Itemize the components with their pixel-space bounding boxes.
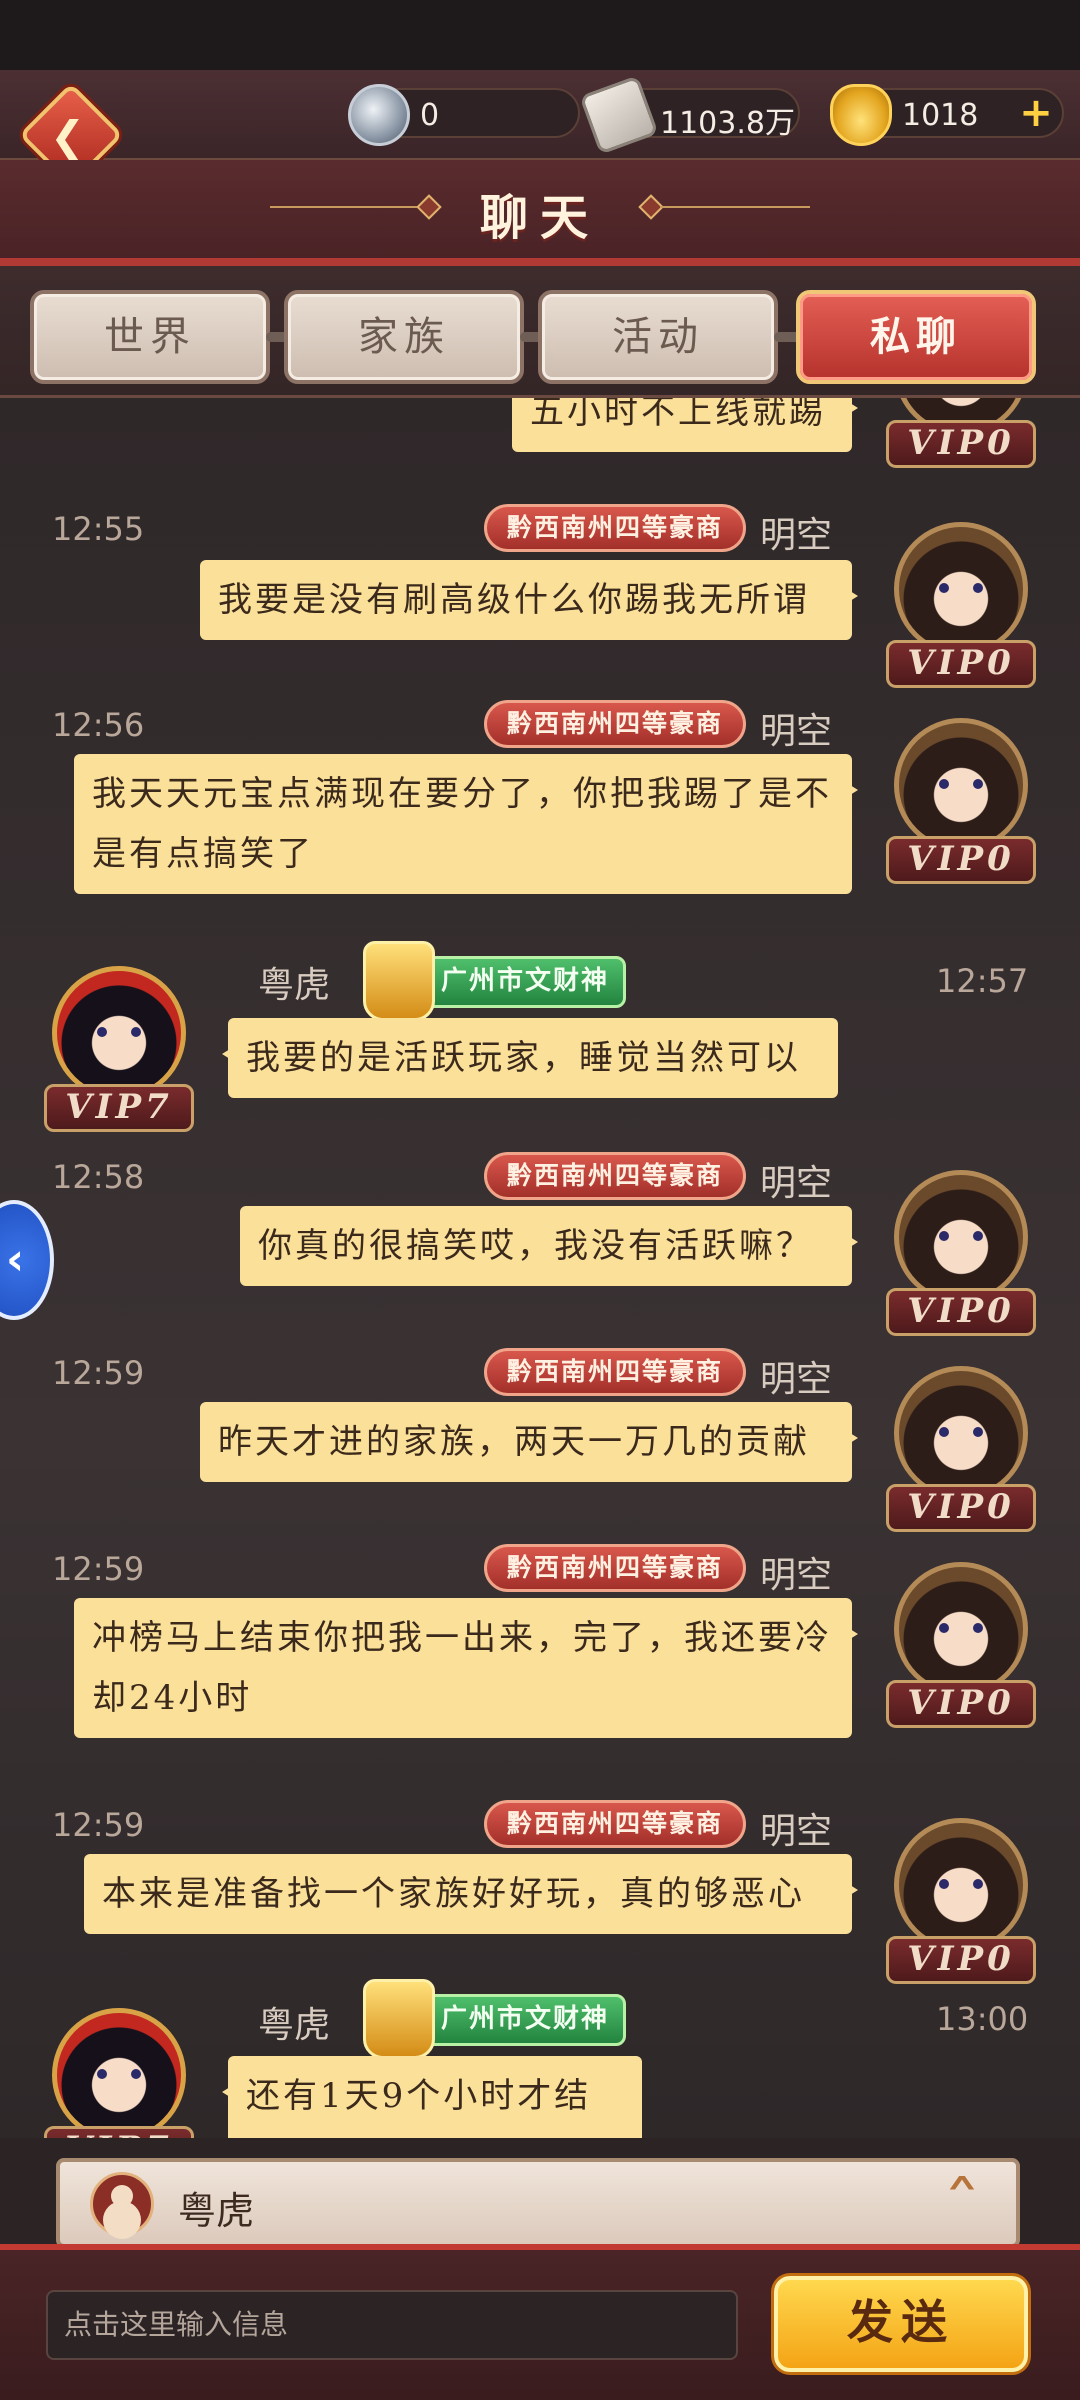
title-badge-label: 广州市文财神 <box>441 2004 610 2034</box>
message-bubble: 五小时不上线就踢 <box>512 398 858 452</box>
title-badge-icon <box>363 1979 435 2059</box>
recipient-selector[interactable]: 粤虎 ˄ <box>56 2158 1020 2248</box>
vip-badge: VIP7 <box>44 1084 194 1132</box>
avatar-portrait <box>894 1562 1028 1696</box>
avatar[interactable]: VIP0 <box>886 398 1036 472</box>
message-bubble: 冲榜马上结束你把我一出来，完了，我还要冷却24小时 <box>74 1598 858 1738</box>
message-time: 12:57 <box>936 962 1029 1000</box>
title-ornament-right <box>660 206 810 208</box>
message-bubble: 本来是准备找一个家族好好玩，真的够恶心 <box>84 1854 858 1934</box>
message-time: 12:59 <box>52 1806 145 1844</box>
sender-name: 明空 <box>760 1359 833 1400</box>
avatar[interactable]: VIP0 <box>886 522 1036 692</box>
title-badge-label: 广州市文财神 <box>441 966 610 996</box>
gold-value: 1018 <box>902 98 979 133</box>
sender-name: 粤虎 <box>258 2005 331 2046</box>
message-time: 12:58 <box>52 1158 145 1196</box>
chat-list[interactable]: 五小时不上线就踢 VIP0 12:55 黔西南州四等豪商 明空 我要是没有刷高级… <box>0 398 1080 2138</box>
recipient-avatar-icon <box>90 2172 154 2236</box>
message-bubble: 我天天元宝点满现在要分了，你把我踢了是不是有点搞笑了 <box>74 754 858 894</box>
sender-name: 明空 <box>760 1555 833 1596</box>
title-badge: 广州市文财神 <box>363 1979 627 2059</box>
avatar[interactable]: VIP0 <box>886 718 1036 888</box>
message-bubble: 你真的很搞笑哎，我没有活跃嘛？ <box>240 1206 858 1286</box>
vip-badge: VIP0 <box>886 1288 1036 1336</box>
vip-badge: VIP7 <box>44 2126 194 2138</box>
gold-currency: 1018 + <box>830 84 1064 146</box>
silver-coin-icon <box>348 84 410 146</box>
vip-badge: VIP0 <box>886 420 1036 468</box>
book-icon <box>579 75 659 155</box>
title-badge: 黔西南州四等豪商 <box>484 1800 747 1848</box>
message-bubble: 我要的是活跃玩家，睡觉当然可以 <box>222 1018 838 1098</box>
vip-badge: VIP0 <box>886 640 1036 688</box>
side-float-icon: ‹ <box>6 1234 25 1285</box>
title-banner: 聊天 <box>0 160 1080 258</box>
channel-tabs: 世界 家族 活动 私聊 <box>0 258 1080 398</box>
vip-badge: VIP0 <box>886 836 1036 884</box>
status-bar <box>0 0 1080 70</box>
title-badge: 黔西南州四等豪商 <box>484 1152 747 1200</box>
sender-name: 明空 <box>760 1811 833 1852</box>
message-time: 12:55 <box>52 510 145 548</box>
sender-name: 明空 <box>760 515 833 556</box>
message-bubble: 还有1天9个小时才结束 <box>222 2056 642 2138</box>
silver-value: 0 <box>420 98 440 133</box>
title-badge: 黔西南州四等豪商 <box>484 700 747 748</box>
recipient-name: 粤虎 <box>178 2189 255 2233</box>
title-badge: 黔西南州四等豪商 <box>484 504 747 552</box>
tab-family[interactable]: 家族 <box>284 290 524 384</box>
vip-badge: VIP0 <box>886 1680 1036 1728</box>
title-badge: 黔西南州四等豪商 <box>484 1348 747 1396</box>
gold-ingot-icon <box>830 84 892 146</box>
add-gold-button[interactable]: + <box>1016 93 1056 134</box>
avatar-portrait <box>894 522 1028 656</box>
message-time: 13:00 <box>936 2000 1029 2038</box>
avatar[interactable]: VIP7 <box>44 966 194 1136</box>
avatar-portrait <box>894 1818 1028 1952</box>
page-title: 聊天 <box>479 190 600 246</box>
avatar[interactable]: VIP0 <box>886 1562 1036 1732</box>
message-input[interactable]: 点击这里输入信息 <box>46 2290 738 2360</box>
message-bubble: 我要是没有刷高级什么你踢我无所谓 <box>200 560 858 640</box>
avatar-portrait <box>52 2008 186 2138</box>
tab-events[interactable]: 活动 <box>538 290 778 384</box>
avatar-portrait <box>894 1170 1028 1304</box>
avatar[interactable]: VIP0 <box>886 1170 1036 1340</box>
avatar-portrait <box>52 966 186 1100</box>
avatar[interactable]: VIP0 <box>886 1366 1036 1536</box>
send-button[interactable]: 发送 <box>774 2276 1028 2372</box>
silver-currency: 0 <box>348 84 580 146</box>
book-currency: 1103.8万 <box>579 75 800 155</box>
composer-bar: 点击这里输入信息 发送 <box>0 2244 1080 2400</box>
book-value: 1103.8万 <box>660 106 795 141</box>
avatar[interactable]: VIP7 <box>44 2008 194 2138</box>
avatar[interactable]: VIP0 <box>886 1818 1036 1988</box>
tab-private-chat[interactable]: 私聊 <box>796 290 1036 384</box>
currency-bar: ❮ 0 1103.8万 1018 + <box>0 70 1080 188</box>
sender-name: 明空 <box>760 711 833 752</box>
vip-badge: VIP0 <box>886 1936 1036 1984</box>
tab-world[interactable]: 世界 <box>30 290 270 384</box>
message-time: 12:56 <box>52 706 145 744</box>
title-badge: 广州市文财神 <box>363 941 627 1021</box>
vip-badge: VIP0 <box>886 1484 1036 1532</box>
sender-name: 粤虎 <box>258 965 331 1006</box>
chevron-up-icon[interactable]: ˄ <box>942 2168 981 2238</box>
title-badge-icon <box>363 941 435 1021</box>
message-time: 12:59 <box>52 1550 145 1588</box>
title-badge: 黔西南州四等豪商 <box>484 1544 747 1592</box>
avatar-portrait <box>894 1366 1028 1500</box>
message-time: 12:59 <box>52 1354 145 1392</box>
back-arrow-icon: ❮ <box>50 112 86 161</box>
avatar-portrait <box>894 718 1028 852</box>
message-bubble: 昨天才进的家族，两天一万几的贡献 <box>200 1402 858 1482</box>
sender-name: 明空 <box>760 1163 833 1204</box>
